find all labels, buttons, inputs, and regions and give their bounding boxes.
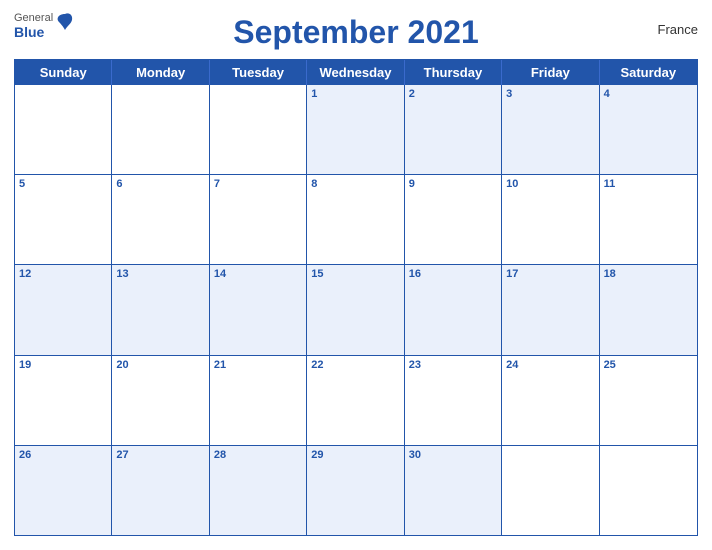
day-number: 3	[506, 88, 512, 100]
header-sunday: Sunday	[15, 60, 112, 85]
day-number: 25	[604, 359, 616, 371]
logo-bird-icon	[55, 12, 75, 36]
day-cell-19: 19	[15, 356, 112, 445]
calendar-title: September 2021	[233, 14, 478, 51]
day-number: 13	[116, 268, 128, 280]
day-number: 27	[116, 449, 128, 461]
day-cell-empty-0-0	[15, 85, 112, 174]
day-cell-26: 26	[15, 446, 112, 535]
day-cell-15: 15	[307, 265, 404, 354]
day-number: 10	[506, 178, 518, 190]
day-cell-7: 7	[210, 175, 307, 264]
day-cell-11: 11	[600, 175, 697, 264]
day-number: 18	[604, 268, 616, 280]
day-cell-12: 12	[15, 265, 112, 354]
header-monday: Monday	[112, 60, 209, 85]
day-cell-28: 28	[210, 446, 307, 535]
day-number: 14	[214, 268, 226, 280]
day-number: 24	[506, 359, 518, 371]
day-number: 22	[311, 359, 323, 371]
header-saturday: Saturday	[600, 60, 697, 85]
day-cell-23: 23	[405, 356, 502, 445]
day-number: 1	[311, 88, 317, 100]
day-number: 23	[409, 359, 421, 371]
weeks-container: 1234567891011121314151617181920212223242…	[15, 85, 697, 535]
day-number: 30	[409, 449, 421, 461]
day-cell-27: 27	[112, 446, 209, 535]
week-row-0: 1 2 3 4	[15, 85, 697, 174]
logo-blue-text: Blue	[14, 24, 53, 40]
day-cell-9: 9	[405, 175, 502, 264]
day-cell-30: 30	[405, 446, 502, 535]
day-cell-empty-0-2	[210, 85, 307, 174]
day-number: 6	[116, 178, 122, 190]
day-number: 5	[19, 178, 25, 190]
day-cell-10: 10	[502, 175, 599, 264]
day-number: 26	[19, 449, 31, 461]
week-row-4: 26 27 28 29 30	[15, 445, 697, 535]
day-cell-13: 13	[112, 265, 209, 354]
day-number: 16	[409, 268, 421, 280]
header-friday: Friday	[502, 60, 599, 85]
day-number: 4	[604, 88, 610, 100]
day-number: 9	[409, 178, 415, 190]
day-number: 15	[311, 268, 323, 280]
day-cell-6: 6	[112, 175, 209, 264]
day-number: 21	[214, 359, 226, 371]
day-cell-21: 21	[210, 356, 307, 445]
day-number: 28	[214, 449, 226, 461]
day-cell-empty-4-5	[502, 446, 599, 535]
day-cell-5: 5	[15, 175, 112, 264]
calendar-header: General Blue September 2021 France	[14, 10, 698, 51]
day-cell-25: 25	[600, 356, 697, 445]
day-cell-empty-4-6	[600, 446, 697, 535]
day-number: 11	[604, 178, 616, 190]
day-cell-2: 2	[405, 85, 502, 174]
day-cell-3: 3	[502, 85, 599, 174]
country-label: France	[658, 22, 698, 37]
logo-general-text: General	[14, 12, 53, 24]
day-cell-empty-0-1	[112, 85, 209, 174]
day-number: 7	[214, 178, 220, 190]
day-number: 17	[506, 268, 518, 280]
day-number: 2	[409, 88, 415, 100]
header-wednesday: Wednesday	[307, 60, 404, 85]
day-cell-24: 24	[502, 356, 599, 445]
day-number: 19	[19, 359, 31, 371]
logo: General Blue	[14, 12, 75, 40]
day-number: 29	[311, 449, 323, 461]
day-headers-row: Sunday Monday Tuesday Wednesday Thursday…	[15, 60, 697, 85]
day-cell-14: 14	[210, 265, 307, 354]
day-cell-29: 29	[307, 446, 404, 535]
day-cell-17: 17	[502, 265, 599, 354]
header-tuesday: Tuesday	[210, 60, 307, 85]
week-row-3: 19 20 21 22 23 24 25	[15, 355, 697, 445]
day-number: 8	[311, 178, 317, 190]
day-cell-18: 18	[600, 265, 697, 354]
day-number: 12	[19, 268, 31, 280]
day-cell-1: 1	[307, 85, 404, 174]
day-cell-20: 20	[112, 356, 209, 445]
calendar: General Blue September 2021 France Sunda…	[0, 0, 712, 550]
week-row-1: 5 6 7 8 9 10 11	[15, 174, 697, 264]
day-cell-4: 4	[600, 85, 697, 174]
week-row-2: 12 13 14 15 16 17 18	[15, 264, 697, 354]
day-number: 20	[116, 359, 128, 371]
day-cell-8: 8	[307, 175, 404, 264]
day-cell-22: 22	[307, 356, 404, 445]
calendar-grid: Sunday Monday Tuesday Wednesday Thursday…	[14, 59, 698, 536]
header-thursday: Thursday	[405, 60, 502, 85]
day-cell-16: 16	[405, 265, 502, 354]
